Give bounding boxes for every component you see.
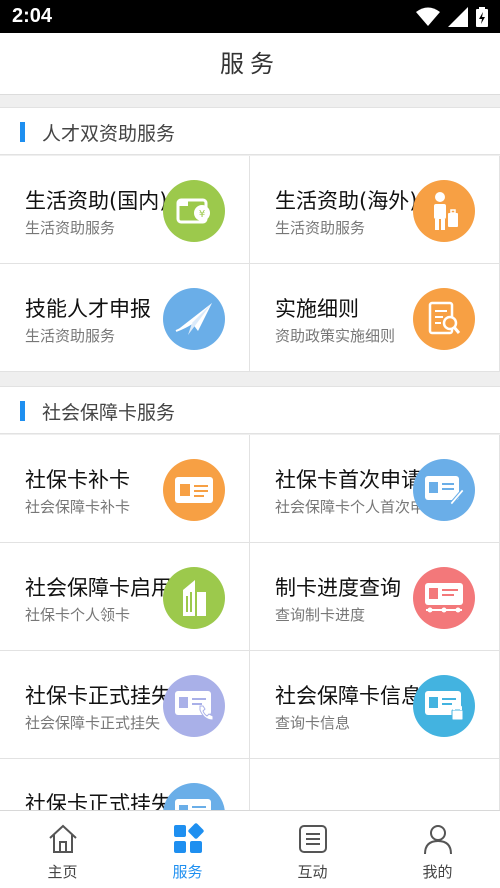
section-accent-bar — [20, 401, 25, 421]
service-card-implementation-rules[interactable]: 实施细则 资助政策实施细则 — [250, 264, 500, 372]
service-card-living-subsidy-overseas[interactable]: 生活资助(海外) 生活资助服务 — [250, 156, 500, 264]
card-subtitle: 生活资助服务 — [25, 327, 116, 345]
section-accent-bar — [20, 122, 25, 142]
nav-item-home[interactable]: 主页 — [0, 811, 125, 888]
building-icon — [163, 567, 225, 629]
app-header: 服务 — [0, 33, 500, 95]
nav-label: 互动 — [297, 863, 328, 881]
nav-item-services[interactable]: 服务 — [125, 811, 250, 888]
traveler-luggage-icon — [413, 180, 475, 242]
paper-plane-icon — [163, 288, 225, 350]
empty-card-slot — [250, 759, 500, 810]
card-title: 社保卡正式挂失 — [25, 684, 172, 708]
nav-label: 我的 — [422, 863, 453, 881]
card-progress-icon — [413, 567, 475, 629]
svg-text:¥: ¥ — [199, 209, 205, 220]
card-title: 制卡进度查询 — [275, 576, 401, 600]
section-title: 人才双资助服务 — [42, 123, 176, 145]
service-card-first-application[interactable]: 社保卡首次申请 社会保障卡个人首次申请 — [250, 435, 500, 543]
card-title: 生活资助(国内) — [25, 189, 168, 213]
id-card-icon — [163, 459, 225, 521]
document-search-icon — [413, 288, 475, 350]
service-card-skilled-talent[interactable]: 技能人才申报 生活资助服务 — [0, 264, 250, 372]
card-title: 社保卡补卡 — [25, 468, 130, 492]
card-lock-icon — [413, 675, 475, 737]
nav-label: 主页 — [47, 863, 78, 881]
status-bar: 2:04 — [0, 0, 500, 33]
user-icon — [423, 825, 452, 855]
card-title: 社会保障卡启用 — [25, 576, 172, 600]
section-title: 社会保障卡服务 — [42, 402, 176, 424]
card-edit-icon — [413, 459, 475, 521]
card-title: 实施细则 — [275, 297, 359, 321]
card-subtitle: 生活资助服务 — [275, 219, 366, 237]
home-icon — [48, 824, 77, 853]
page-title: 服务 — [220, 50, 280, 78]
list-icon — [298, 825, 327, 853]
wifi-icon — [416, 7, 440, 26]
status-time: 2:04 — [12, 5, 53, 27]
card-subtitle: 查询卡信息 — [275, 714, 351, 732]
service-card-card-activation[interactable]: 社会保障卡启用 社保卡个人领卡 — [0, 543, 250, 651]
service-card-cancel-loss-report[interactable]: 社保卡正式挂失解挂 — [0, 759, 250, 810]
service-card-living-subsidy-domestic[interactable]: 生活资助(国内) 生活资助服务 ¥ — [0, 156, 250, 264]
card-subtitle: 资助政策实施细则 — [275, 327, 396, 345]
status-icons — [416, 6, 488, 28]
service-card-info-query[interactable]: 社会保障卡信息查询 查询卡信息 — [250, 651, 500, 759]
card-title: 生活资助(海外) — [275, 189, 418, 213]
card-subtitle: 生活资助服务 — [25, 219, 116, 237]
bottom-nav: 主页 服务 互动 我的 — [0, 810, 500, 888]
battery-charging-icon — [476, 7, 488, 27]
card-subtitle: 社保卡个人领卡 — [25, 606, 131, 624]
card-subtitle: 查询制卡进度 — [275, 606, 366, 624]
section-header-social-security-card: 社会保障卡服务 — [0, 386, 500, 434]
wallet-yuan-icon: ¥ — [163, 180, 225, 242]
service-card-report-loss[interactable]: 社保卡正式挂失 社会保障卡正式挂失 — [0, 651, 250, 759]
grid-icon — [173, 823, 204, 853]
section-header-talent: 人才双资助服务 — [0, 107, 500, 155]
nav-item-profile[interactable]: 我的 — [375, 811, 500, 888]
card-title: 技能人才申报 — [25, 297, 151, 321]
service-card-card-reissue[interactable]: 社保卡补卡 社会保障卡补卡 — [0, 435, 250, 543]
card-subtitle: 社会保障卡补卡 — [25, 498, 131, 516]
nav-item-interaction[interactable]: 互动 — [250, 811, 375, 888]
nav-label: 服务 — [172, 863, 203, 881]
card-subtitle: 社会保障卡正式挂失 — [25, 714, 161, 732]
card-title: 社保卡首次申请 — [275, 468, 422, 492]
signal-icon — [448, 7, 468, 27]
card-phone-icon — [163, 675, 225, 737]
services-content[interactable]: 人才双资助服务 生活资助(国内) 生活资助服务 ¥ 生活资助(海外) 生活资助服… — [0, 95, 500, 810]
service-card-progress-query[interactable]: 制卡进度查询 查询制卡进度 — [250, 543, 500, 651]
